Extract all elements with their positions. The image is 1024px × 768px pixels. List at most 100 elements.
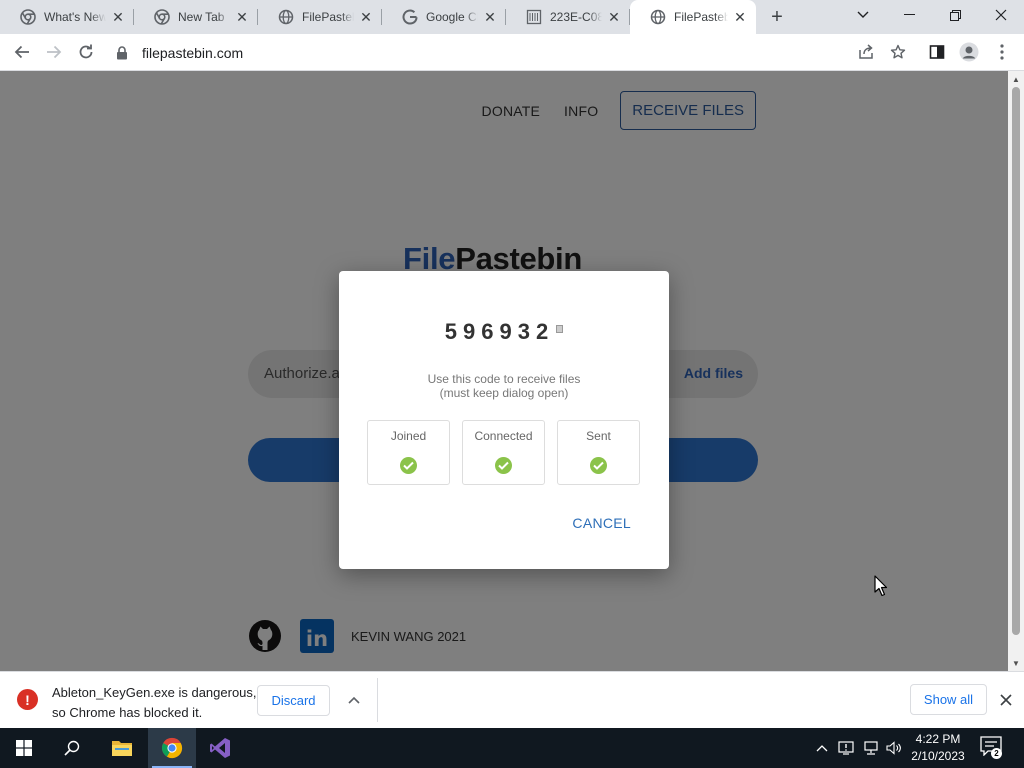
browser-toolbar: filepastebin.com — [0, 34, 1024, 71]
chrome-icon — [154, 9, 170, 25]
copy-icon[interactable] — [556, 325, 564, 333]
page-viewport: DONATE INFO RECEIVE FILES FilePastebin A… — [0, 71, 1008, 671]
download-warning-line1: Ableton_KeyGen.exe is dangerous, — [52, 685, 257, 700]
scroll-down-arrow-icon[interactable]: ▼ — [1008, 655, 1024, 671]
windows-taskbar: 4:22 PM 2/10/2023 2 — [0, 728, 1024, 768]
tab-title: 223E-C088 — [550, 10, 602, 24]
minimize-button[interactable] — [886, 0, 932, 30]
step-label: Joined — [390, 429, 427, 443]
chrome-icon — [161, 737, 183, 759]
bios-icon — [526, 9, 542, 25]
receive-code-dialog: 596932 Use this code to receive files (m… — [339, 271, 669, 569]
close-icon[interactable]: ✕ — [732, 9, 748, 25]
arrow-left-icon — [14, 45, 29, 59]
globe-icon — [650, 9, 666, 25]
notification-count-badge: 2 — [991, 748, 1002, 759]
download-bar: ! Ableton_KeyGen.exe is dangerous, so Ch… — [0, 671, 1024, 728]
side-panel-button[interactable] — [925, 40, 949, 64]
tab-whats-new[interactable]: What's New ✕ — [0, 0, 134, 34]
minimize-icon — [903, 14, 915, 15]
star-icon — [890, 44, 906, 59]
page-scrollbar[interactable]: ▲ ▼ — [1008, 71, 1024, 671]
action-center-button[interactable]: 2 — [980, 736, 1004, 760]
show-all-button[interactable]: Show all — [910, 684, 987, 715]
close-icon — [1000, 694, 1012, 706]
kebab-menu-icon — [1000, 44, 1004, 60]
search-icon — [64, 740, 80, 756]
download-warning-line2: so Chrome has blocked it. — [52, 705, 203, 720]
chevron-up-icon — [816, 745, 828, 752]
tab-new-tab[interactable]: New Tab ✕ — [134, 0, 258, 34]
clock-date: 2/10/2023 — [911, 749, 965, 763]
tab-title: Google Chrome — [426, 10, 478, 24]
file-explorer-button[interactable] — [98, 728, 146, 768]
url-text: filepastebin.com — [142, 44, 244, 61]
code-hint-line1: Use this code to receive files — [427, 372, 581, 386]
profile-button[interactable] — [957, 40, 981, 64]
volume-tray-button[interactable] — [884, 728, 904, 768]
tab-title: FilePastebin — [302, 10, 354, 24]
chevron-down-icon — [857, 11, 869, 18]
new-tab-button[interactable]: + — [766, 6, 788, 28]
discard-button[interactable]: Discard — [257, 685, 330, 716]
close-window-button[interactable] — [978, 0, 1024, 30]
scrollbar-thumb[interactable] — [1012, 87, 1020, 635]
code-hint-line2: (must keep dialog open) — [439, 386, 569, 400]
cancel-button[interactable]: CANCEL — [572, 515, 631, 531]
globe-icon — [278, 9, 294, 25]
step-sent: Sent — [557, 420, 640, 485]
close-download-bar-button[interactable] — [996, 689, 1016, 711]
tab-google-chrome[interactable]: Google Chrome ✕ — [382, 0, 506, 34]
tab-filepastebin-active[interactable]: FilePastebin ✕ — [630, 0, 756, 34]
scroll-up-arrow-icon[interactable]: ▲ — [1008, 71, 1024, 87]
visual-studio-button[interactable] — [196, 728, 244, 768]
forward-button[interactable] — [41, 39, 67, 65]
download-options-button[interactable] — [344, 689, 364, 711]
close-icon[interactable]: ✕ — [110, 9, 126, 25]
close-icon[interactable]: ✕ — [482, 9, 498, 25]
divider — [377, 678, 378, 722]
share-button[interactable] — [854, 40, 878, 64]
security-tray-button[interactable] — [836, 728, 856, 768]
tab-223e-c088[interactable]: 223E-C088 ✕ — [506, 0, 630, 34]
tab-title: New Tab — [178, 10, 225, 24]
clock-time: 4:22 PM — [915, 732, 961, 746]
tab-title: FilePastebin — [674, 10, 728, 24]
search-button[interactable] — [48, 728, 96, 768]
network-tray-button[interactable] — [860, 728, 882, 768]
bookmark-button[interactable] — [886, 40, 910, 64]
avatar-icon — [959, 42, 979, 62]
close-icon — [995, 9, 1007, 21]
speaker-icon — [886, 741, 901, 755]
transfer-steps: Joined Connected Sent — [367, 420, 640, 485]
network-icon — [864, 741, 878, 755]
address-bar[interactable]: filepastebin.com — [110, 38, 910, 67]
step-label: Connected — [474, 429, 533, 443]
step-label: Sent — [586, 429, 611, 443]
network-warning-icon — [838, 741, 854, 755]
google-icon — [402, 9, 418, 25]
restore-button[interactable] — [932, 0, 978, 30]
lock-icon[interactable] — [116, 45, 128, 60]
check-circle-icon — [495, 457, 512, 474]
chrome-taskbar-button[interactable] — [148, 728, 196, 768]
show-hidden-icons-button[interactable] — [812, 728, 832, 768]
code-hint: Use this code to receive files (must kee… — [339, 372, 669, 400]
tab-search-button[interactable] — [840, 0, 886, 30]
close-icon[interactable]: ✕ — [358, 9, 374, 25]
close-icon[interactable]: ✕ — [234, 9, 250, 25]
arrow-right-icon — [47, 45, 62, 59]
back-button[interactable] — [9, 39, 35, 65]
folder-icon — [112, 741, 132, 756]
chrome-menu-button[interactable] — [990, 40, 1014, 64]
system-clock[interactable]: 4:22 PM 2/10/2023 — [906, 731, 970, 765]
reload-button[interactable] — [73, 39, 99, 65]
mouse-cursor-icon — [874, 575, 888, 597]
close-icon[interactable]: ✕ — [606, 9, 622, 25]
reload-icon — [79, 44, 93, 59]
tab-filepastebin[interactable]: FilePastebin ✕ — [258, 0, 382, 34]
receive-code-value: 596932 — [444, 319, 555, 344]
chevron-up-icon — [348, 696, 360, 704]
receive-code: 596932 — [339, 319, 669, 345]
start-button[interactable] — [0, 728, 48, 768]
